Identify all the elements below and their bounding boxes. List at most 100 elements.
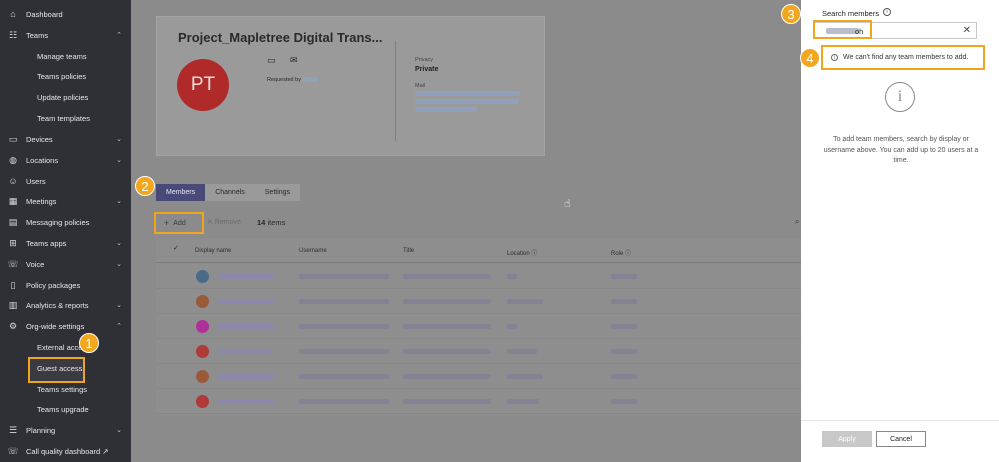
nav-meetings[interactable]: ▦ Meetings ⌄ — [0, 191, 131, 211]
mouse-cursor: ☝ — [564, 198, 571, 210]
chevron-down-icon: ⌄ — [116, 240, 122, 247]
cell-username-redacted — [299, 349, 389, 354]
meetings-icon: ▦ — [8, 195, 18, 206]
step-badge-2: 2 — [135, 176, 155, 196]
nav-label: Dashboard — [26, 9, 63, 19]
cell-role-redacted — [611, 374, 637, 379]
planning-icon: ☰ — [8, 424, 18, 435]
step-badge-3: 3 — [781, 4, 801, 24]
team-card: Project_Mapletree Digital Trans... PT ▭ … — [156, 16, 545, 156]
cell-display-name-redacted — [218, 399, 274, 404]
users-icon: ☺ — [8, 176, 18, 186]
tab-members[interactable]: Members — [156, 184, 206, 201]
nav-devices[interactable]: ▭ Devices ⌄ — [0, 129, 131, 149]
cell-title-redacted — [403, 399, 491, 404]
nav-label: Org-wide settings — [26, 321, 85, 331]
tab-bar: Members Channels Settings — [156, 184, 301, 201]
team-avatar: PT — [177, 59, 229, 111]
tab-channels[interactable]: Channels — [205, 184, 255, 201]
nav-voice[interactable]: ☏ Voice ⌄ — [0, 254, 131, 274]
members-table: ✓ Display name Username Title Location ⓘ… — [156, 239, 801, 415]
cell-role-redacted — [611, 399, 637, 404]
nav-label: Manage teams — [37, 51, 87, 61]
plus-icon: + — [164, 218, 170, 228]
avatar — [196, 270, 209, 283]
cell-location-redacted — [507, 299, 543, 304]
remove-button[interactable]: ✕ Remove — [207, 218, 241, 226]
analytics-icon: ▥ — [8, 299, 18, 310]
cell-title-redacted — [403, 299, 491, 304]
chevron-down-icon: ⌄ — [116, 198, 122, 205]
external-link-icon: ↗ — [102, 446, 109, 456]
teams-icon: ☷ — [8, 29, 18, 40]
requested-by: Requested by — [267, 77, 319, 83]
mail-icon[interactable]: ✉ — [290, 55, 298, 66]
nav-teams[interactable]: ☷ Teams ⌃ — [0, 25, 131, 45]
nav-manage-teams[interactable]: Manage teams — [0, 46, 131, 66]
cell-title-redacted — [403, 349, 491, 354]
nav-teams-apps[interactable]: ⊞ Teams apps ⌄ — [0, 233, 131, 253]
voice-icon: ☏ — [7, 258, 19, 269]
nav-teams-upgrade[interactable]: Teams upgrade — [0, 399, 131, 419]
info-icon: i — [831, 54, 838, 61]
table-row[interactable] — [156, 289, 801, 314]
nav-label: Voice — [26, 259, 45, 269]
table-header: ✓ Display name Username Title Location ⓘ… — [156, 239, 801, 263]
nav-messaging-policies[interactable]: ▤ Messaging policies — [0, 212, 131, 232]
col-location[interactable]: Location ⓘ — [507, 248, 537, 257]
nav-label: Teams apps — [26, 238, 67, 248]
col-role[interactable]: Role ⓘ — [611, 248, 631, 257]
avatar — [196, 345, 209, 358]
table-row[interactable] — [156, 339, 801, 364]
info-icon[interactable]: i — [883, 8, 891, 16]
privacy-value: Private — [415, 66, 439, 73]
clear-icon[interactable]: ✕ — [963, 25, 971, 36]
nav-org-wide-settings[interactable]: ⚙ Org-wide settings ⌃ — [0, 316, 131, 336]
nav-analytics[interactable]: ▥ Analytics & reports ⌄ — [0, 295, 131, 315]
select-all-checkbox[interactable]: ✓ — [173, 244, 183, 254]
add-button[interactable]: + Add — [154, 212, 204, 234]
call-quality-icon: ☏ — [7, 445, 19, 456]
nav-update-policies[interactable]: Update policies — [0, 87, 131, 107]
col-display-name[interactable]: Display name — [195, 248, 231, 254]
no-results-message: i We can't find any team members to add. — [821, 45, 985, 70]
info-large-icon: i — [885, 82, 915, 112]
chat-icon[interactable]: ▭ — [267, 55, 276, 66]
avatar — [196, 320, 209, 333]
nav-users[interactable]: ☺ Users — [0, 171, 131, 191]
table-row[interactable] — [156, 264, 801, 289]
apply-button[interactable]: Apply — [822, 431, 872, 447]
table-row[interactable] — [156, 389, 801, 414]
nav-label: Update policies — [37, 92, 89, 102]
nav-label: Users — [26, 176, 46, 186]
cell-username-redacted — [299, 299, 389, 304]
chevron-up-icon: ⌃ — [116, 323, 122, 330]
cell-title-redacted — [403, 324, 491, 329]
nav-teams-policies[interactable]: Teams policies — [0, 66, 131, 86]
gear-icon: ⚙ — [8, 320, 18, 331]
nav-dashboard[interactable]: ⌂ Dashboard — [0, 4, 131, 24]
col-username[interactable]: Username — [299, 248, 327, 254]
search-icon[interactable]: ⌕ — [795, 217, 799, 227]
col-title[interactable]: Title — [403, 248, 414, 254]
nav-label: Locations — [26, 155, 59, 165]
cell-display-name-redacted — [218, 324, 274, 329]
nav-call-quality-dashboard[interactable]: ☏ Call quality dashboard ↗ — [0, 441, 131, 461]
nav-label: Guest access — [37, 363, 83, 373]
nav-label: Messaging policies — [26, 217, 90, 227]
table-row[interactable] — [156, 364, 801, 389]
nav-label: Devices — [26, 134, 53, 144]
nav-team-templates[interactable]: Team templates — [0, 108, 131, 128]
cell-role-redacted — [611, 324, 637, 329]
nav-external-access[interactable]: External access — [0, 337, 131, 357]
nav-policy-packages[interactable]: ▯ Policy packages — [0, 275, 131, 295]
step-badge-4: 4 — [800, 48, 820, 68]
nav-teams-settings[interactable]: Teams settings — [0, 379, 131, 399]
cancel-button[interactable]: Cancel — [876, 431, 926, 447]
nav-guest-access[interactable]: Guest access — [0, 358, 131, 378]
nav-locations[interactable]: ◍ Locations ⌄ — [0, 150, 131, 170]
table-row[interactable] — [156, 314, 801, 339]
tab-settings[interactable]: Settings — [255, 184, 300, 201]
item-count: 14 items — [257, 218, 286, 227]
nav-planning[interactable]: ☰ Planning ⌄ — [0, 420, 131, 440]
